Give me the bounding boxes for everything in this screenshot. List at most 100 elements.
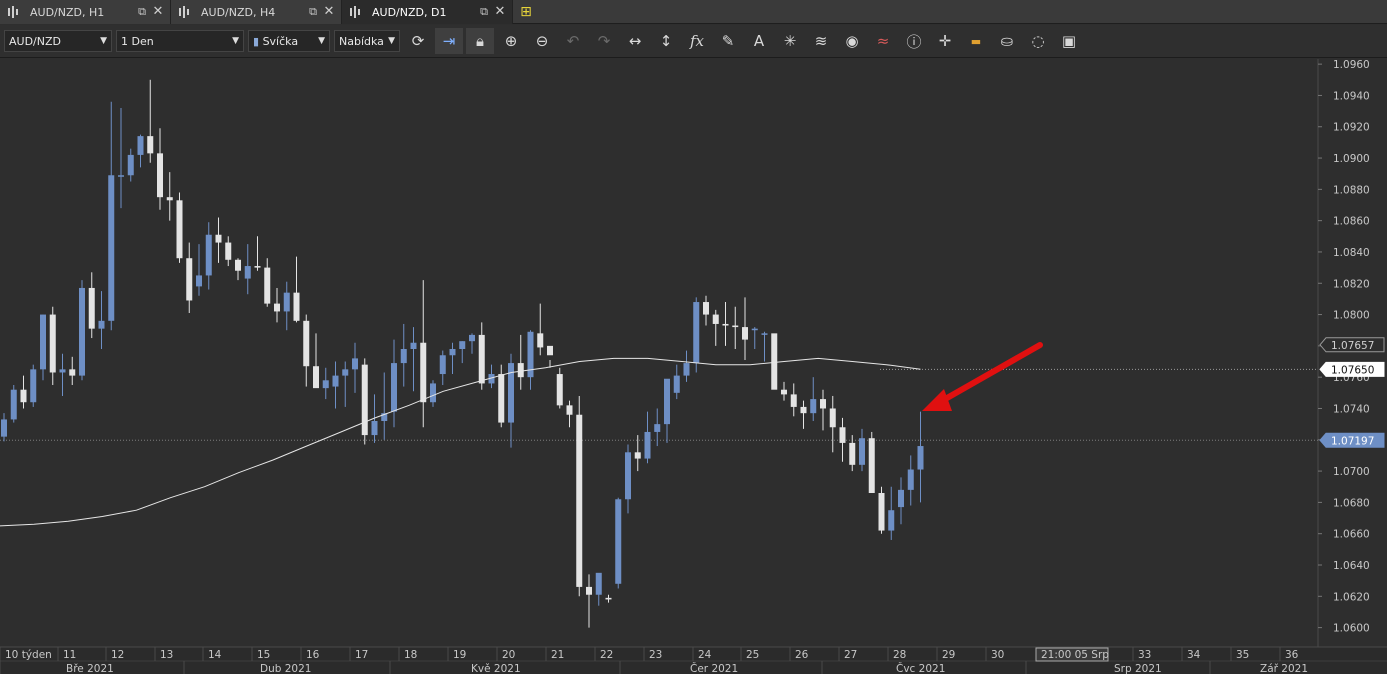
cursor-icon[interactable]: ✛	[931, 28, 959, 54]
popout-icon[interactable]: ⧉	[307, 6, 319, 18]
candle-body	[69, 369, 76, 376]
candles-icon	[350, 6, 364, 18]
candle-body	[30, 369, 37, 403]
candle-body	[371, 421, 378, 436]
candle-body	[459, 341, 466, 349]
chart-background	[0, 59, 1387, 674]
candle-body	[235, 259, 241, 271]
lock-icon[interactable]: 🔒︎	[466, 28, 494, 54]
week-label: 16	[306, 649, 320, 661]
redo-icon[interactable]: ↷	[590, 28, 618, 54]
month-label: Srp 2021	[1114, 663, 1162, 674]
autoscroll-icon[interactable]: ⇥	[435, 28, 463, 54]
candle-body	[293, 292, 300, 321]
pencil-icon[interactable]: ✎	[714, 28, 742, 54]
chart-type-value: ▮ Svíčka	[253, 35, 298, 48]
candle-body	[547, 345, 553, 356]
close-icon[interactable]: ✕	[152, 5, 164, 18]
price-type-select[interactable]: Nabídka ▼	[334, 30, 400, 52]
week-label: 21	[551, 649, 564, 661]
eye-icon[interactable]: ◉	[838, 28, 866, 54]
week-label: 26	[795, 649, 809, 661]
tab-audnzd-d1[interactable]: AUD/NZD, D1 ⧉ ✕	[342, 0, 513, 24]
week-label: 25	[746, 649, 759, 661]
template-icon[interactable]: ◌	[1024, 28, 1052, 54]
zoom-in-icon[interactable]: ⊕	[497, 28, 525, 54]
tab-audnzd-h4[interactable]: AUD/NZD, H4 ⧉ ✕	[171, 0, 342, 24]
y-tick-label: 1.0600	[1333, 623, 1370, 635]
save-icon[interactable]: ▣	[1055, 28, 1083, 54]
price-chart[interactable]: 1.0960 1.0940 1.0920 1.0900 1.0880 1.0860 1.08…	[0, 59, 1387, 674]
candle-body	[839, 427, 846, 443]
candle-body	[118, 175, 124, 177]
candle-body	[742, 327, 748, 340]
week-label: 30	[991, 649, 1004, 661]
candle-body	[761, 333, 768, 335]
chart-canvas[interactable]: 1.0960 1.0940 1.0920 1.0900 1.0880 1.0860 1.08…	[0, 59, 1387, 674]
candle-body	[98, 320, 105, 329]
candle-body	[771, 333, 778, 390]
month-label: Čer 2021	[690, 662, 738, 674]
candle-body	[196, 275, 202, 287]
candle-body	[859, 438, 865, 465]
price-label-text: 1.07650	[1331, 364, 1374, 376]
candle-body	[625, 452, 631, 500]
candle-body	[215, 234, 222, 243]
candle-body	[303, 320, 310, 367]
chart-type-label: Svíčka	[262, 34, 299, 48]
candle-body	[634, 452, 641, 459]
new-chart-icon[interactable]: ⊞	[513, 0, 539, 24]
y-tick-label: 1.0640	[1333, 560, 1370, 572]
zoom-out-icon[interactable]: ⊖	[528, 28, 556, 54]
fill-icon[interactable]: ⛀	[993, 28, 1021, 54]
popout-icon[interactable]: ⧉	[136, 6, 148, 18]
signals-icon[interactable]: ≈	[869, 28, 897, 54]
undo-icon[interactable]: ↶	[559, 28, 587, 54]
vertical-scale-icon[interactable]: ↕	[652, 28, 680, 54]
y-tick-label: 1.0900	[1333, 153, 1370, 165]
popout-icon[interactable]: ⧉	[478, 6, 490, 18]
candles-icon	[179, 6, 193, 18]
horizontal-scale-icon[interactable]: ↔	[621, 28, 649, 54]
candle-body	[703, 302, 709, 315]
candle-body	[342, 369, 349, 376]
tab-label: AUD/NZD, H1	[30, 5, 105, 19]
candle-body	[244, 266, 251, 279]
week-label: 10 týden	[5, 649, 52, 661]
candle-body	[469, 334, 475, 342]
text-icon[interactable]: A	[745, 28, 773, 54]
layers-icon[interactable]: ≋	[807, 28, 835, 54]
price-label-text: 1.07657	[1331, 340, 1374, 352]
close-icon[interactable]: ✕	[323, 5, 335, 18]
indicators-icon[interactable]: fx	[683, 28, 711, 54]
tab-audnzd-h1[interactable]: AUD/NZD, H1 ⧉ ✕	[0, 0, 171, 24]
chevron-down-icon: ▼	[318, 36, 325, 46]
candle-body	[157, 153, 163, 198]
crosshair-icon[interactable]: ✳	[776, 28, 804, 54]
candle-body	[420, 342, 427, 403]
close-icon[interactable]: ✕	[494, 5, 506, 18]
symbol-select[interactable]: AUD/NZD ▼	[4, 30, 112, 52]
candle-body	[722, 323, 729, 326]
candle-body	[868, 438, 875, 493]
timeframe-value: 1 Den	[121, 34, 154, 48]
chart-toolbar: AUD/NZD ▼ 1 Den ▼ ▮ Svíčka ▼ Nabídka ▼ ⟳…	[0, 25, 1387, 58]
chevron-down-icon: ▼	[232, 36, 239, 46]
candle-body	[566, 405, 573, 415]
chart-type-select[interactable]: ▮ Svíčka ▼	[248, 30, 330, 52]
candle-body	[810, 399, 817, 414]
week-label: 24	[698, 649, 712, 661]
month-label: Čvc 2021	[896, 662, 945, 674]
refresh-icon[interactable]: ⟳	[404, 28, 432, 54]
candle-body	[361, 364, 368, 436]
candle-body	[79, 287, 85, 376]
info-icon[interactable]: ⓘ	[900, 28, 928, 54]
week-label: 34	[1187, 649, 1201, 661]
candles-icon	[8, 6, 22, 18]
color-scheme-icon[interactable]: ▬	[962, 28, 990, 54]
timeframe-select[interactable]: 1 Den ▼	[116, 30, 244, 52]
candle-body	[790, 394, 797, 407]
candle-body	[849, 442, 856, 465]
candle-body	[586, 586, 592, 595]
week-label: 19	[453, 649, 466, 661]
